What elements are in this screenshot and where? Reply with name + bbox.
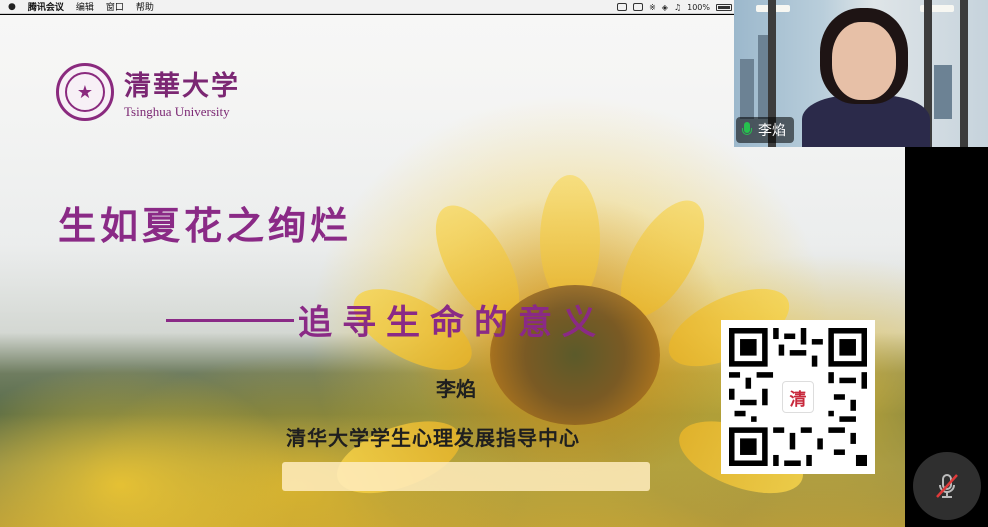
unmute-button[interactable] [913,452,981,520]
background-building [740,59,754,119]
display-icon[interactable] [617,3,628,11]
mic-active-icon [742,122,752,138]
highlight-bar [282,462,650,491]
participant-label: 李焰 [736,117,794,143]
window-frame [960,0,968,147]
tsinghua-logo: ★ 清華大学 Tsinghua University [56,63,240,121]
participant-name: 李焰 [758,123,786,139]
qr-center-logo: 清 [782,381,814,413]
battery-icon[interactable] [716,3,732,11]
apple-menu-icon[interactable]: ● [8,2,16,12]
logo-english-name: Tsinghua University [124,104,230,119]
slide-subtitle: 追寻生命的意义 [298,303,606,343]
participant-video-tile[interactable]: 李焰 [734,0,988,147]
wifi-icon[interactable]: ◈ [662,3,668,12]
university-seal-icon: ★ [56,63,114,121]
background-building [934,65,952,119]
participant-face [832,22,896,100]
slide-title: 生如夏花之绚烂 [58,203,353,248]
subtitle-dash [166,319,294,322]
menu-help[interactable]: 帮助 [136,0,154,13]
battery-percent: 100% [687,2,710,12]
organization-name: 清华大学学生心理发展指导中心 [286,426,580,450]
menu-app-name[interactable]: 腾讯会议 [28,0,64,13]
presenter-name: 李焰 [436,377,476,401]
status-area: ※ ◈ ♫ 100% [617,0,732,14]
mic-muted-icon [936,474,958,498]
screen-record-icon[interactable] [633,3,644,11]
qr-code: 清 [721,320,875,474]
bluetooth-icon[interactable]: ※ [649,3,656,12]
background-building [758,35,768,119]
menu-edit[interactable]: 编辑 [76,0,94,13]
volume-icon[interactable]: ♫ [674,3,681,12]
menu-window[interactable]: 窗口 [106,0,124,13]
logo-chinese-name: 清華大学 [124,71,240,102]
seal-star-icon: ★ [65,72,105,112]
